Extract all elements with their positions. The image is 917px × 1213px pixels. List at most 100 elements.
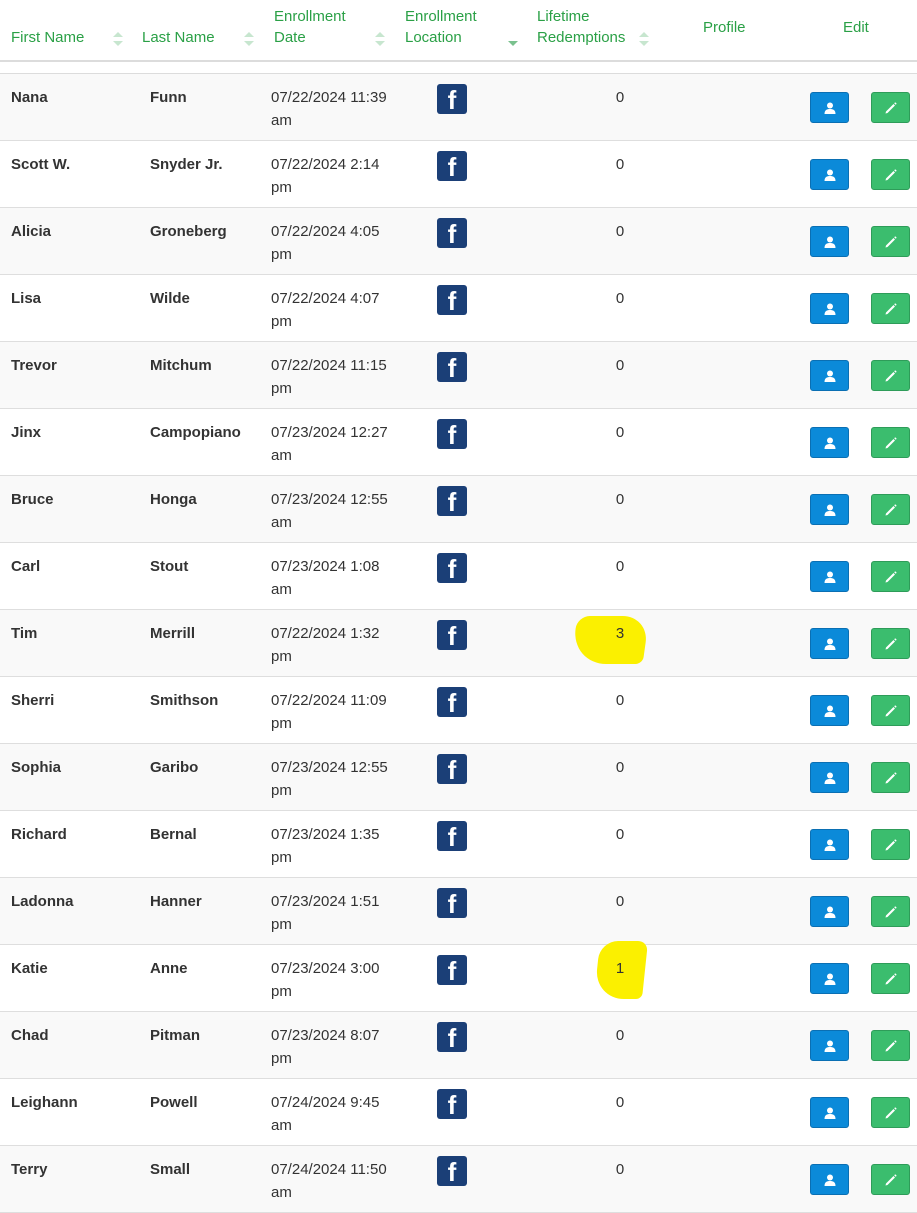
edit-button[interactable] — [871, 963, 910, 994]
edit-button[interactable] — [871, 628, 910, 659]
sort-icon[interactable] — [375, 32, 385, 46]
column-enrollment-location[interactable]: Enrollment Location — [405, 6, 477, 48]
view-profile-button[interactable] — [810, 1030, 849, 1061]
first-name-cell: Sophia — [11, 759, 62, 776]
pencil-icon — [885, 905, 897, 917]
enrollment-date-meridiem: pm — [271, 715, 292, 732]
column-last-name[interactable]: Last Name — [142, 27, 215, 48]
pencil-icon — [885, 369, 897, 381]
user-icon — [824, 839, 835, 851]
enrollment-date-cell: 07/24/2024 9:45 am — [271, 1091, 411, 1137]
view-profile-button[interactable] — [810, 628, 849, 659]
enrollment-date-value: 07/22/2024 4:07 — [271, 290, 380, 307]
edit-button[interactable] — [871, 896, 910, 927]
column-first-name[interactable]: First Name — [11, 27, 84, 48]
first-name-cell: Nana — [11, 89, 48, 106]
edit-button[interactable] — [871, 494, 910, 525]
enrollment-date-meridiem: am — [271, 1184, 292, 1201]
edit-button[interactable] — [871, 92, 910, 123]
lifetime-redemptions-cell: 0 — [615, 424, 625, 441]
view-profile-button[interactable] — [810, 293, 849, 324]
sort-icon[interactable] — [244, 32, 254, 46]
edit-button[interactable] — [871, 427, 910, 458]
edit-button[interactable] — [871, 829, 910, 860]
last-name-cell: Honga — [150, 491, 197, 508]
table-header: First Name Last Name Enrollment Date Enr… — [0, 0, 917, 60]
enrollment-date-cell: 07/22/2024 4:07 pm — [271, 287, 411, 333]
sort-icon[interactable] — [639, 32, 649, 46]
table-row: Carl Stout 07/23/2024 1:08 am f 0 — [0, 543, 917, 610]
table-row: Katie Anne 07/23/2024 3:00 pm f 1 — [0, 941, 917, 1012]
table-row: Terry Small 07/24/2024 11:50 am f 0 — [0, 1146, 917, 1213]
edit-button[interactable] — [871, 1097, 910, 1128]
last-name-cell: Hanner — [150, 893, 202, 910]
last-name-cell: Anne — [150, 960, 188, 977]
view-profile-button[interactable] — [810, 695, 849, 726]
pencil-icon — [885, 1039, 897, 1051]
first-name-cell: Scott W. — [11, 156, 71, 173]
view-profile-button[interactable] — [810, 1164, 849, 1195]
view-profile-button[interactable] — [810, 92, 849, 123]
lifetime-redemptions-cell: 0 — [615, 759, 625, 776]
enrollment-date-cell: 07/23/2024 1:51 pm — [271, 890, 411, 936]
view-profile-button[interactable] — [810, 561, 849, 592]
first-name-cell: Leighann — [11, 1094, 78, 1111]
user-icon — [824, 437, 835, 449]
last-name-cell: Snyder Jr. — [150, 156, 223, 173]
edit-button[interactable] — [871, 226, 910, 257]
facebook-icon: f — [437, 1022, 467, 1052]
enrollment-date-value: 07/23/2024 3:00 — [271, 960, 380, 977]
edit-button[interactable] — [871, 1164, 910, 1195]
edit-button[interactable] — [871, 1030, 910, 1061]
user-icon — [824, 504, 835, 516]
view-profile-button[interactable] — [810, 762, 849, 793]
table-row: Nana Funn 07/22/2024 11:39 am f 0 — [0, 74, 917, 141]
edit-button[interactable] — [871, 762, 910, 793]
user-icon — [824, 973, 835, 985]
lifetime-redemptions-cell: 0 — [615, 223, 625, 240]
user-icon — [824, 370, 835, 382]
edit-button[interactable] — [871, 360, 910, 391]
pencil-icon — [885, 503, 897, 515]
enrollment-date-value: 07/23/2024 12:27 — [271, 424, 388, 441]
user-icon — [824, 772, 835, 784]
pencil-icon — [885, 972, 897, 984]
first-name-cell: Carl — [11, 558, 41, 575]
table-row: Alicia Groneberg 07/22/2024 4:05 pm f 0 — [0, 208, 917, 275]
view-profile-button[interactable] — [810, 963, 849, 994]
lifetime-redemptions-cell: 0 — [615, 826, 625, 843]
column-lifetime-redemptions[interactable]: Lifetime Redemptions — [537, 6, 625, 48]
last-name-cell: Merrill — [150, 625, 196, 642]
view-profile-button[interactable] — [810, 360, 849, 391]
edit-button[interactable] — [871, 695, 910, 726]
view-profile-button[interactable] — [810, 226, 849, 257]
pencil-icon — [885, 302, 897, 314]
sort-icon[interactable] — [113, 32, 123, 46]
view-profile-button[interactable] — [810, 829, 849, 860]
column-enrollment-date[interactable]: Enrollment Date — [274, 6, 346, 48]
enrollment-date-cell: 07/24/2024 11:50 am — [271, 1158, 411, 1204]
edit-button[interactable] — [871, 293, 910, 324]
facebook-icon: f — [437, 419, 467, 449]
view-profile-button[interactable] — [810, 494, 849, 525]
sort-descending-icon[interactable] — [508, 32, 518, 46]
view-profile-button[interactable] — [810, 896, 849, 927]
view-profile-button[interactable] — [810, 159, 849, 190]
edit-button[interactable] — [871, 561, 910, 592]
lifetime-redemptions-cell: 0 — [615, 491, 625, 508]
table-row: Scott W. Snyder Jr. 07/22/2024 2:14 pm f 0 — [0, 141, 917, 208]
last-name-cell: Small — [150, 1161, 191, 1178]
enrollment-date-value: 07/23/2024 1:51 — [271, 893, 380, 910]
edit-button[interactable] — [871, 159, 910, 190]
column-enrollment-date-label: Enrollment — [274, 8, 346, 25]
first-name-cell: Bruce — [11, 491, 54, 508]
enrollment-date-meridiem: am — [271, 447, 292, 464]
facebook-icon: f — [437, 754, 467, 784]
last-name-cell: Wilde — [150, 290, 190, 307]
enrollment-date-meridiem: pm — [271, 1050, 292, 1067]
view-profile-button[interactable] — [810, 1097, 849, 1128]
view-profile-button[interactable] — [810, 427, 849, 458]
facebook-icon: f — [437, 955, 467, 985]
enrollment-date-value: 07/22/2024 4:05 — [271, 223, 380, 240]
enrollment-date-cell: 07/22/2024 11:39 am — [271, 86, 411, 132]
